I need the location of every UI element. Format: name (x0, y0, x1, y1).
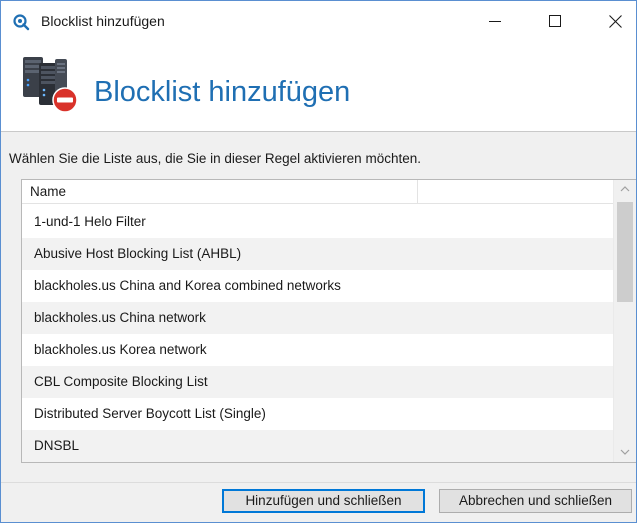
list-header: Name (22, 180, 613, 204)
chevron-down-icon (620, 449, 630, 455)
list-item[interactable]: blackholes.us Korea network (22, 334, 613, 366)
minimize-icon (489, 21, 501, 22)
list-item[interactable]: blackholes.us China and Korea combined n… (22, 270, 613, 302)
minimize-button[interactable] (471, 1, 519, 41)
dialog-heading: Blocklist hinzufügen (94, 76, 351, 108)
list-item[interactable]: Distributed Server Boycott List (Single) (22, 398, 613, 430)
blocklist-listview[interactable]: Name 1-und-1 Helo Filter Abusive Host Bl… (21, 179, 636, 463)
list-item[interactable]: blackholes.us China network (22, 302, 613, 334)
add-and-close-button[interactable]: Hinzufügen und schließen (222, 489, 425, 513)
column-header-name[interactable]: Name (22, 180, 418, 203)
dialog-footer: Hinzufügen und schließen Abbrechen und s… (1, 482, 636, 522)
scroll-down-button[interactable] (614, 443, 636, 461)
window-title: Blocklist hinzufügen (41, 13, 165, 29)
close-icon (608, 14, 622, 28)
title-bar[interactable]: Blocklist hinzufügen (1, 1, 636, 41)
list-item[interactable]: 1-und-1 Helo Filter (22, 206, 613, 238)
instruction-text: Wählen Sie die Liste aus, die Sie in die… (9, 151, 421, 166)
list-item[interactable]: Abusive Host Blocking List (AHBL) (22, 238, 613, 270)
server-block-icon (17, 55, 81, 115)
app-logo-icon (12, 13, 30, 31)
maximize-button[interactable] (531, 1, 579, 41)
scrollbar-thumb[interactable] (617, 202, 633, 302)
list-item[interactable]: DNSBL (22, 430, 613, 462)
chevron-up-icon (620, 186, 630, 192)
scroll-up-button[interactable] (614, 180, 636, 198)
dialog-window: Blocklist hinzufügen Blocklist hinzufüge… (0, 0, 637, 523)
vertical-scrollbar[interactable] (613, 180, 636, 462)
dialog-body: Wählen Sie die Liste aus, die Sie in die… (1, 132, 636, 482)
close-button[interactable] (591, 1, 636, 41)
column-header-label: Name (30, 184, 67, 199)
dialog-header: Blocklist hinzufügen (1, 41, 636, 132)
cancel-and-close-button[interactable]: Abbrechen und schließen (439, 489, 632, 513)
list-rows: 1-und-1 Helo Filter Abusive Host Blockin… (22, 206, 613, 462)
maximize-icon (549, 15, 561, 27)
list-item[interactable]: CBL Composite Blocking List (22, 366, 613, 398)
